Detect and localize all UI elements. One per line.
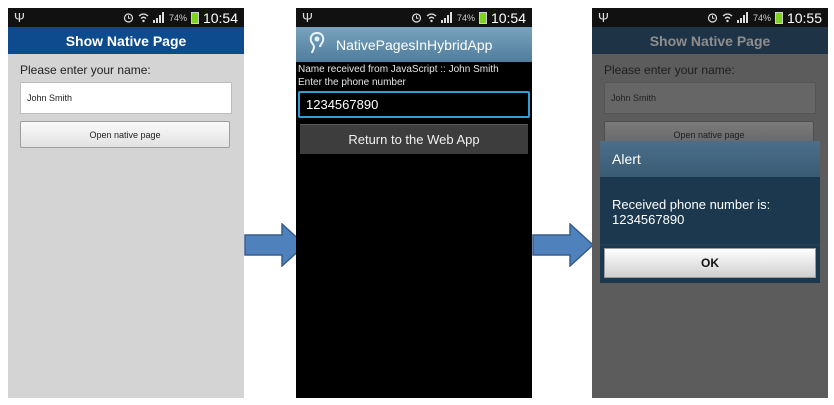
battery-percent: 74% [456, 12, 475, 23]
battery-icon [478, 11, 487, 24]
battery-percent: 74% [752, 12, 771, 23]
web-page-screen: Ψ 74% 10:54 Show Native Page Please ente… [8, 8, 244, 398]
name-label: Please enter your name: [20, 63, 151, 77]
divider [600, 244, 820, 246]
received-name-text: Name received from JavaScript :: John Sm… [298, 64, 499, 75]
ok-button[interactable]: OK [604, 248, 816, 278]
page-title: Show Native Page [8, 27, 244, 54]
alarm-icon [411, 12, 422, 23]
wifi-icon [426, 12, 437, 23]
alert-message: Received phone number is: 1234567890 [612, 197, 771, 227]
action-bar: NativePagesInHybridApp [296, 27, 532, 62]
status-bar: Ψ 74% 10:55 [592, 8, 828, 27]
clock: 10:55 [786, 9, 822, 26]
name-input: John Smith [604, 82, 816, 114]
app-icon [308, 32, 326, 57]
status-bar: Ψ 74% 10:54 [296, 8, 532, 27]
battery-percent: 74% [168, 12, 187, 23]
alert-title: Alert [600, 141, 820, 177]
alarm-icon [707, 12, 718, 23]
native-page-screen: Ψ 74% 10:54 NativePagesInHybridApp Name … [296, 8, 532, 398]
alert-dialog: Alert Received phone number is: 12345678… [600, 141, 820, 283]
app-title: NativePagesInHybridApp [336, 36, 493, 53]
phone-input[interactable]: 1234567890 [298, 91, 530, 118]
phone-label: Enter the phone number [298, 77, 406, 88]
usb-icon: Ψ [598, 10, 609, 25]
battery-icon [190, 11, 199, 24]
clock: 10:54 [490, 9, 526, 26]
name-input[interactable]: John Smith [20, 82, 232, 114]
wifi-icon [138, 12, 149, 23]
usb-icon: Ψ [14, 10, 25, 25]
name-label: Please enter your name: [604, 63, 735, 77]
alert-screen: Ψ 74% 10:55 Show Native Page Please ente… [592, 8, 828, 398]
wifi-icon [722, 12, 733, 23]
alarm-icon [123, 12, 134, 23]
battery-icon [774, 11, 783, 24]
open-native-page-button[interactable]: Open native page [20, 121, 230, 148]
signal-icon [736, 12, 749, 23]
clock: 10:54 [202, 9, 238, 26]
signal-icon [440, 12, 453, 23]
page-title: Show Native Page [592, 27, 828, 54]
signal-icon [152, 12, 165, 23]
status-bar: Ψ 74% 10:54 [8, 8, 244, 27]
usb-icon: Ψ [302, 10, 313, 25]
return-to-web-app-button[interactable]: Return to the Web App [300, 124, 528, 154]
arrow-right-icon [532, 223, 594, 267]
